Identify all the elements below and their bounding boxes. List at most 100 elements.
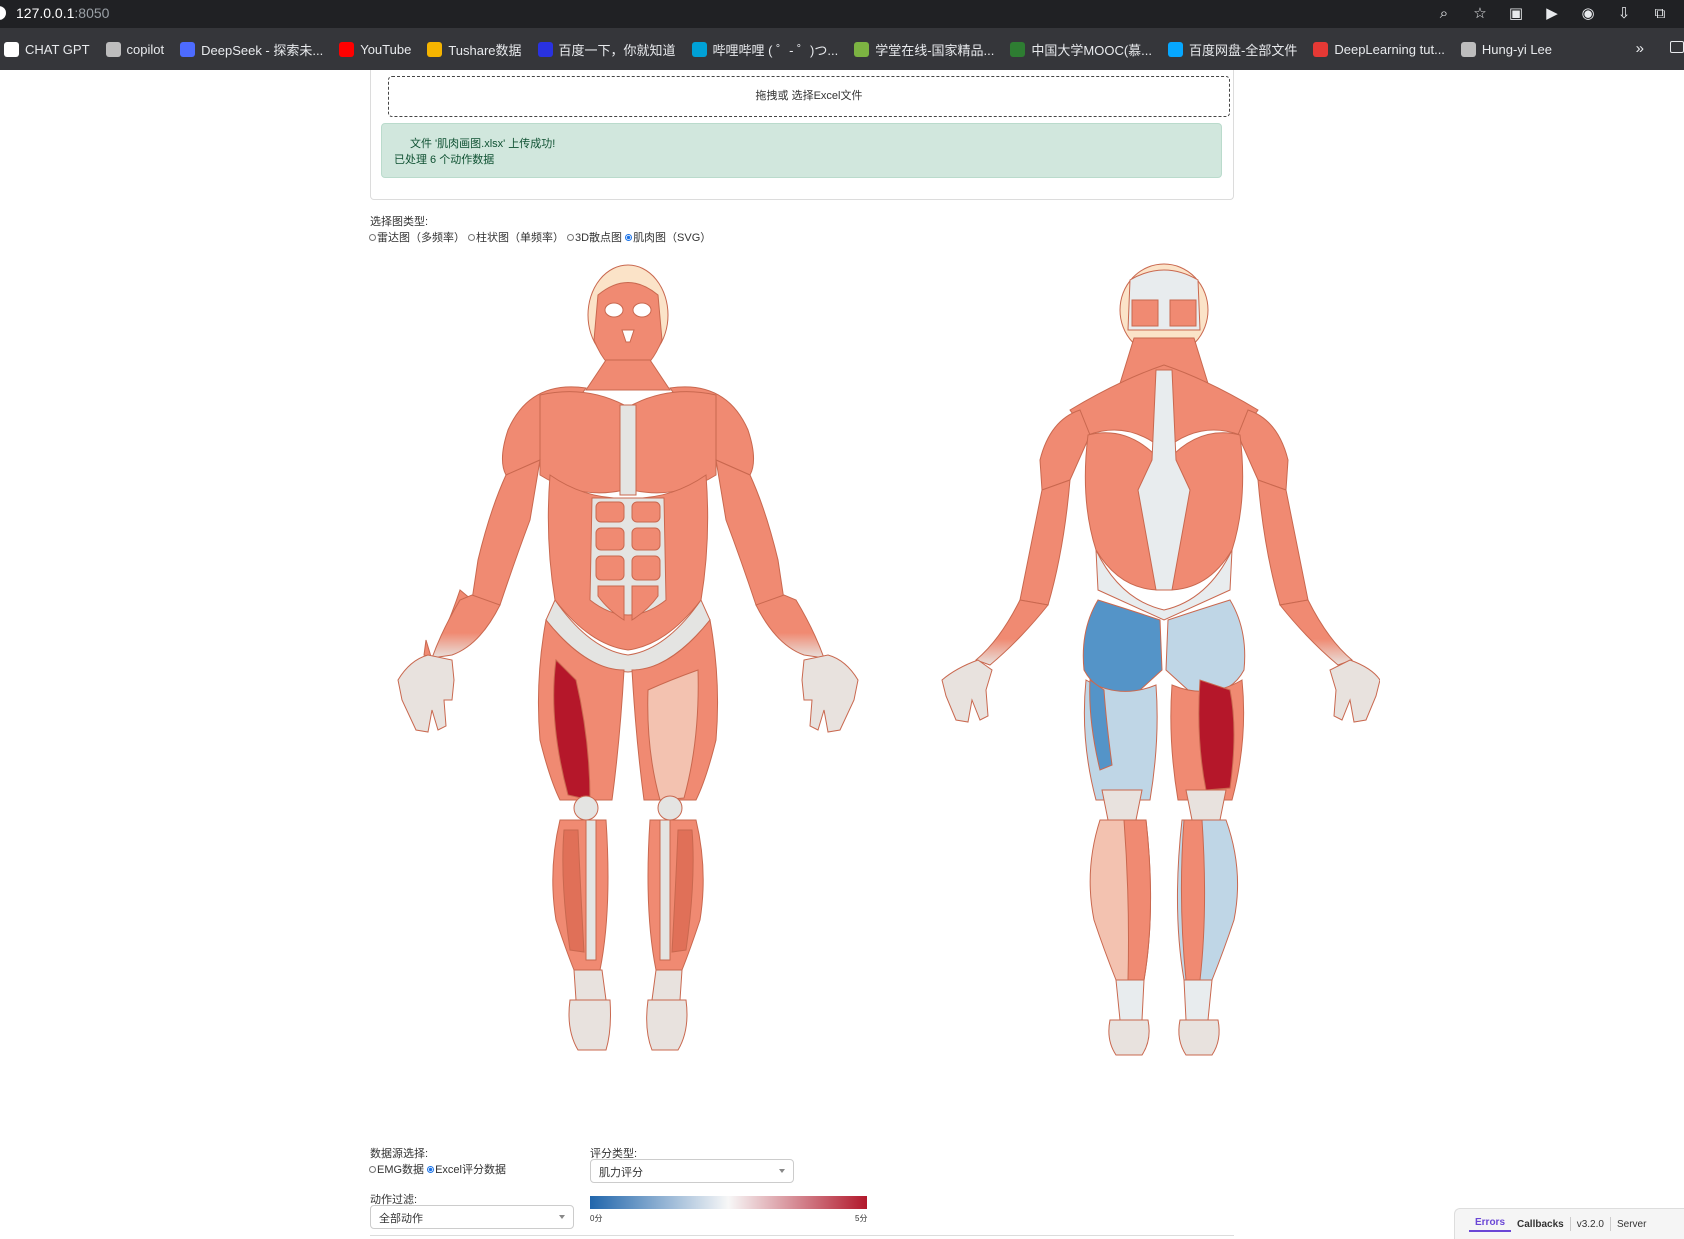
devtools-version: v3.2.0 [1576, 1218, 1604, 1230]
bookmark-favicon-icon [180, 41, 196, 57]
bookmark-item[interactable]: DeepSeek - 探索未... [180, 40, 323, 59]
chart-type-radio-group: 雷达图（多频率） 柱状图（单频率） 3D散点图 肌肉图（SVG） [369, 229, 714, 245]
bookmark-label: CHAT GPT [25, 41, 90, 57]
download-icon[interactable]: ⇩ [1614, 4, 1634, 24]
play-icon[interactable]: ▶ [1542, 4, 1562, 24]
bookmark-item[interactable]: Tushare数据 [427, 40, 522, 59]
action-filter-dropdown[interactable]: 全部动作 [370, 1205, 574, 1229]
alert-line-2: 已处理 6 个动作数据 [394, 154, 495, 166]
bookmark-label: DeepSeek - 探索未... [201, 42, 324, 58]
bookmark-item[interactable]: 百度网盘-全部文件 [1168, 40, 1297, 59]
back-right-heel [1178, 1019, 1220, 1056]
bookmark-label: 哔哩哔哩 ( ゜- ゜)つ... [712, 42, 839, 58]
muscle-map-svg [397, 263, 1381, 1056]
front-right-foot [646, 999, 688, 1051]
chart-type-label: 选择图类型: [370, 216, 429, 228]
bookmark-star-icon[interactable]: ☆ [1470, 4, 1490, 24]
bookmark-item[interactable]: DeepLearning tut... [1313, 41, 1445, 57]
front-right-knee [657, 795, 683, 821]
bookmark-item[interactable]: 学堂在线-国家精品... [854, 40, 994, 59]
bookmark-label: 百度网盘-全部文件 [1189, 42, 1298, 58]
radio-3d-scatter[interactable]: 3D散点图 [567, 229, 622, 245]
back-right-hand [1329, 659, 1381, 723]
bookmark-label: Hung-yi Lee [1481, 41, 1553, 57]
bookmark-item[interactable]: CHAT GPT [4, 41, 90, 57]
muscle-map [380, 260, 1381, 1120]
devtools-server-status[interactable]: Server [1611, 1219, 1652, 1230]
bookmark-item[interactable]: 哔哩哔哩 ( ゜- ゜)つ... [691, 40, 839, 59]
browser-address-bar: 127.0.0.1:8050 ⌕ ☆ ▣ ▶ ◉ ⇩ ⧉ [0, 0, 1684, 28]
zoom-icon[interactable]: ⌕ [1434, 4, 1454, 24]
upload-success-alert: 文件 '肌肉画图.xlsx' 上传成功! 已处理 6 个动作数据 [381, 123, 1222, 178]
radio-circle[interactable] [567, 233, 574, 241]
bookmark-favicon-icon [427, 41, 443, 57]
devtools-callbacks-tab[interactable]: Callbacks [1511, 1219, 1570, 1230]
bookmark-favicon-icon [339, 41, 355, 57]
front-right-hand [801, 654, 859, 733]
bookmark-favicon-icon [1010, 41, 1026, 57]
back-left-hand [941, 659, 993, 723]
bookmark-item[interactable]: YouTube [339, 41, 412, 57]
back-left-deltoid [1039, 409, 1091, 491]
bookmark-label: 中国大学MOOC(慕... [1031, 42, 1152, 58]
colorbar-max-label: 5分 [855, 1214, 868, 1223]
score-colorbar [590, 1196, 867, 1209]
url-text[interactable]: 127.0.0.1:8050 [16, 5, 109, 21]
bookmark-item[interactable]: 百度一下，你就知道 [537, 40, 676, 59]
bookmarks-overflow-icon[interactable]: » [1636, 40, 1644, 57]
front-left-foot [568, 999, 611, 1051]
extension-icon[interactable]: ▣ [1506, 4, 1526, 24]
data-source-radio-group: EMG数据 Excel评分数据 [369, 1161, 509, 1177]
back-right-deltoid [1237, 409, 1289, 491]
bookmark-favicon-icon [1313, 41, 1329, 57]
chevron-down-icon[interactable] [559, 1215, 565, 1219]
radio-radar[interactable]: 雷达图（多频率） [369, 229, 465, 245]
all-bookmarks-folder-icon[interactable] [1670, 41, 1684, 53]
bookmark-label: YouTube [360, 41, 412, 57]
radio-excel[interactable]: Excel评分数据 [427, 1161, 506, 1177]
bookmark-label: 学堂在线-国家精品... [875, 42, 995, 58]
bookmark-label: copilot [126, 41, 165, 57]
bookmark-favicon-icon [537, 41, 553, 57]
radio-circle-selected[interactable] [427, 1165, 435, 1173]
bookmark-favicon-icon [4, 41, 19, 57]
front-neck [585, 359, 671, 391]
back-right-hamstrings-highlight [1198, 679, 1235, 791]
back-left-triceps [1019, 479, 1071, 606]
devtools-errors-tab[interactable]: Errors [1469, 1217, 1512, 1232]
radio-circle-selected[interactable] [625, 233, 633, 241]
excel-dropzone[interactable]: 拖拽或 选择Excel文件 [388, 76, 1230, 117]
back-right-forearm [1279, 599, 1353, 666]
radio-emg[interactable]: EMG数据 [369, 1161, 424, 1177]
bookmark-label: 百度一下，你就知道 [558, 42, 676, 58]
alert-line-1: 文件 '肌肉画图.xlsx' 上传成功! [410, 138, 556, 150]
radio-bar[interactable]: 柱状图（单频率） [468, 229, 564, 245]
front-right-biceps [715, 459, 785, 606]
front-left-forearm [431, 594, 501, 659]
avatar-extension-icon[interactable]: ◉ [1578, 4, 1598, 24]
bookmark-favicon-icon [691, 41, 707, 57]
bookmark-favicon-icon [1168, 41, 1183, 57]
dash-devtools-bar: Errors Callbacks v3.2.0 Server [1454, 1208, 1684, 1239]
bookmark-label: Tushare数据 [448, 42, 522, 58]
site-info-icon[interactable] [0, 6, 6, 20]
back-body [941, 263, 1381, 1056]
bookmark-favicon-icon [1460, 41, 1476, 57]
radio-circle[interactable] [369, 1165, 376, 1173]
bookmark-item[interactable]: copilot [105, 41, 165, 57]
score-type-dropdown[interactable]: 肌力评分 [590, 1159, 794, 1183]
bookmark-item[interactable]: 中国大学MOOC(慕... [1010, 40, 1152, 59]
bottom-card-border [370, 1235, 1234, 1237]
bookmarks-bar: CHAT GPT copilot DeepSeek - 探索未... YouTube T… [0, 28, 1684, 70]
front-left-biceps [471, 459, 541, 606]
front-body [397, 264, 859, 1051]
radio-circle[interactable] [369, 233, 376, 241]
radio-muscle-svg[interactable]: 肌肉图（SVG） [625, 229, 711, 245]
chevron-down-icon[interactable] [779, 1169, 785, 1173]
bookmark-item[interactable]: Hung-yi Lee [1460, 41, 1553, 57]
bookmark-favicon-icon [105, 41, 121, 57]
back-right-triceps [1257, 479, 1309, 606]
puzzle-icon[interactable]: ⧉ [1650, 4, 1670, 24]
radio-circle[interactable] [468, 233, 475, 241]
back-left-forearm [975, 599, 1049, 666]
